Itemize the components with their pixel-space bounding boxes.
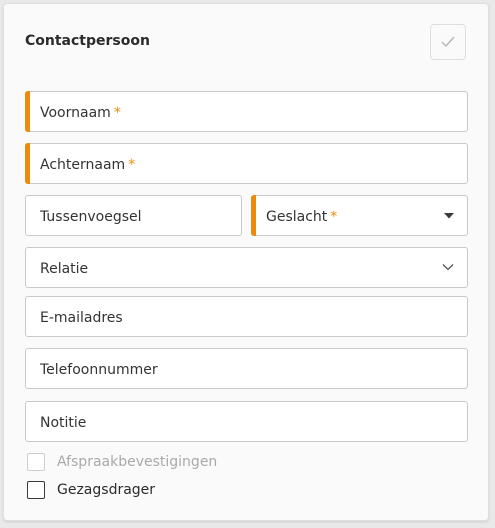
- card-title: Contactpersoon: [25, 33, 150, 49]
- relation-label: Relatie: [40, 261, 89, 277]
- required-marker: *: [128, 157, 136, 173]
- guardian-option[interactable]: Gezagsdrager: [27, 479, 155, 501]
- last-name-field[interactable]: Achternaam *: [25, 143, 468, 184]
- chevron-down-icon: [442, 264, 454, 271]
- first-name-label: Voornaam *: [40, 105, 121, 121]
- note-label: Notitie: [40, 415, 87, 431]
- appointment-confirmations-option[interactable]: Afspraakbevestigingen: [27, 451, 217, 473]
- relation-select[interactable]: Relatie: [25, 247, 468, 288]
- email-label: E-mailadres: [40, 310, 123, 326]
- required-marker: *: [113, 105, 121, 121]
- infix-field[interactable]: Tussenvoegsel: [25, 195, 242, 236]
- last-name-label: Achternaam *: [40, 157, 136, 173]
- phone-field[interactable]: Telefoonnummer: [25, 348, 468, 389]
- note-field[interactable]: Notitie: [25, 401, 468, 442]
- first-name-field[interactable]: Voornaam *: [25, 91, 468, 132]
- check-icon: [441, 36, 455, 48]
- infix-label: Tussenvoegsel: [40, 209, 142, 225]
- appointment-confirmations-checkbox[interactable]: [27, 453, 45, 471]
- guardian-label: Gezagsdrager: [57, 482, 156, 498]
- required-marker: *: [330, 209, 338, 225]
- contact-person-card: Contactpersoon Voornaam * Achternaam * Tus…: [3, 3, 489, 521]
- appointment-confirmations-label: Afspraakbevestigingen: [57, 454, 218, 470]
- email-field[interactable]: E-mailadres: [25, 296, 468, 337]
- gender-label: Geslacht *: [266, 209, 338, 225]
- gender-select[interactable]: Geslacht *: [251, 195, 468, 236]
- phone-label: Telefoonnummer: [40, 362, 158, 378]
- confirm-button[interactable]: [430, 24, 466, 60]
- caret-down-icon: [444, 213, 454, 219]
- guardian-checkbox[interactable]: [27, 481, 45, 499]
